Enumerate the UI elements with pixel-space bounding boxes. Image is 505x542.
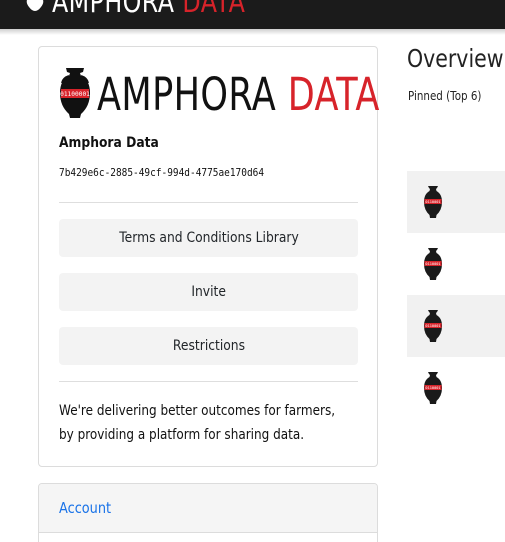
pinned-amphora-text: 0110001	[425, 200, 440, 204]
pinned-amphora-text: 0110001	[425, 262, 440, 266]
amphora-icon: 0110001	[424, 372, 442, 404]
button-label: Restrictions	[172, 338, 245, 354]
navbar-brand-word1: AMPHORA	[52, 0, 175, 19]
divider	[59, 381, 358, 382]
invite-button[interactable]: Invite	[59, 273, 358, 311]
navbar-brand-word2: DATA	[182, 0, 246, 19]
amphora-icon: 0110001	[424, 310, 442, 342]
organisation-name: Amphora Data	[59, 135, 159, 151]
amphora-icon: 0110001	[424, 248, 442, 280]
navbar-shadow	[0, 29, 505, 35]
logo-wordmark: AMPHORA DATA	[97, 70, 380, 120]
pinned-amphora-text: 0110001	[425, 324, 440, 328]
terms-and-conditions-library-button[interactable]: Terms and Conditions Library	[59, 219, 358, 257]
overview-title: Overview	[407, 44, 504, 73]
navbar-amphora-icon[interactable]	[24, 0, 46, 16]
pinned-label: Pinned (Top 6)	[408, 89, 482, 103]
pinned-amphora-text: 0110001	[425, 386, 440, 390]
logo-word2: DATA	[287, 68, 380, 121]
divider	[59, 202, 358, 203]
pinned-amphora-item[interactable]: 0110001	[407, 171, 505, 233]
restrictions-button[interactable]: Restrictions	[59, 327, 358, 365]
amphora-icon: 01100001	[60, 68, 90, 118]
organisation-tagline: We're delivering better outcomes for far…	[59, 403, 336, 443]
organisation-id: 7b429e6c-2885-49cf-994d-4775ae170d64	[59, 166, 265, 179]
logo-amphora-text: 01100001	[60, 91, 90, 98]
pinned-amphora-item[interactable]: 0110001	[407, 357, 505, 419]
top-navbar: AMPHORA DATA	[0, 0, 505, 29]
pinned-amphora-item[interactable]: 0110001	[407, 233, 505, 295]
account-card-header: Account	[39, 484, 377, 533]
pinned-amphora-item[interactable]: 0110001	[407, 295, 505, 357]
account-link[interactable]: Account	[59, 499, 111, 517]
logo-word1: AMPHORA	[97, 68, 277, 121]
account-card: Account	[38, 483, 378, 542]
amphora-icon: 0110001	[424, 186, 442, 218]
organisation-card: 01100001 AMPHORA DATA Amphora Data 7b429…	[38, 46, 379, 467]
button-label: Terms and Conditions Library	[118, 230, 299, 246]
navbar-brand[interactable]: AMPHORA DATA	[52, 0, 245, 17]
button-label: Invite	[191, 284, 226, 300]
amphora-data-logo: 01100001 AMPHORA DATA	[59, 65, 379, 121]
